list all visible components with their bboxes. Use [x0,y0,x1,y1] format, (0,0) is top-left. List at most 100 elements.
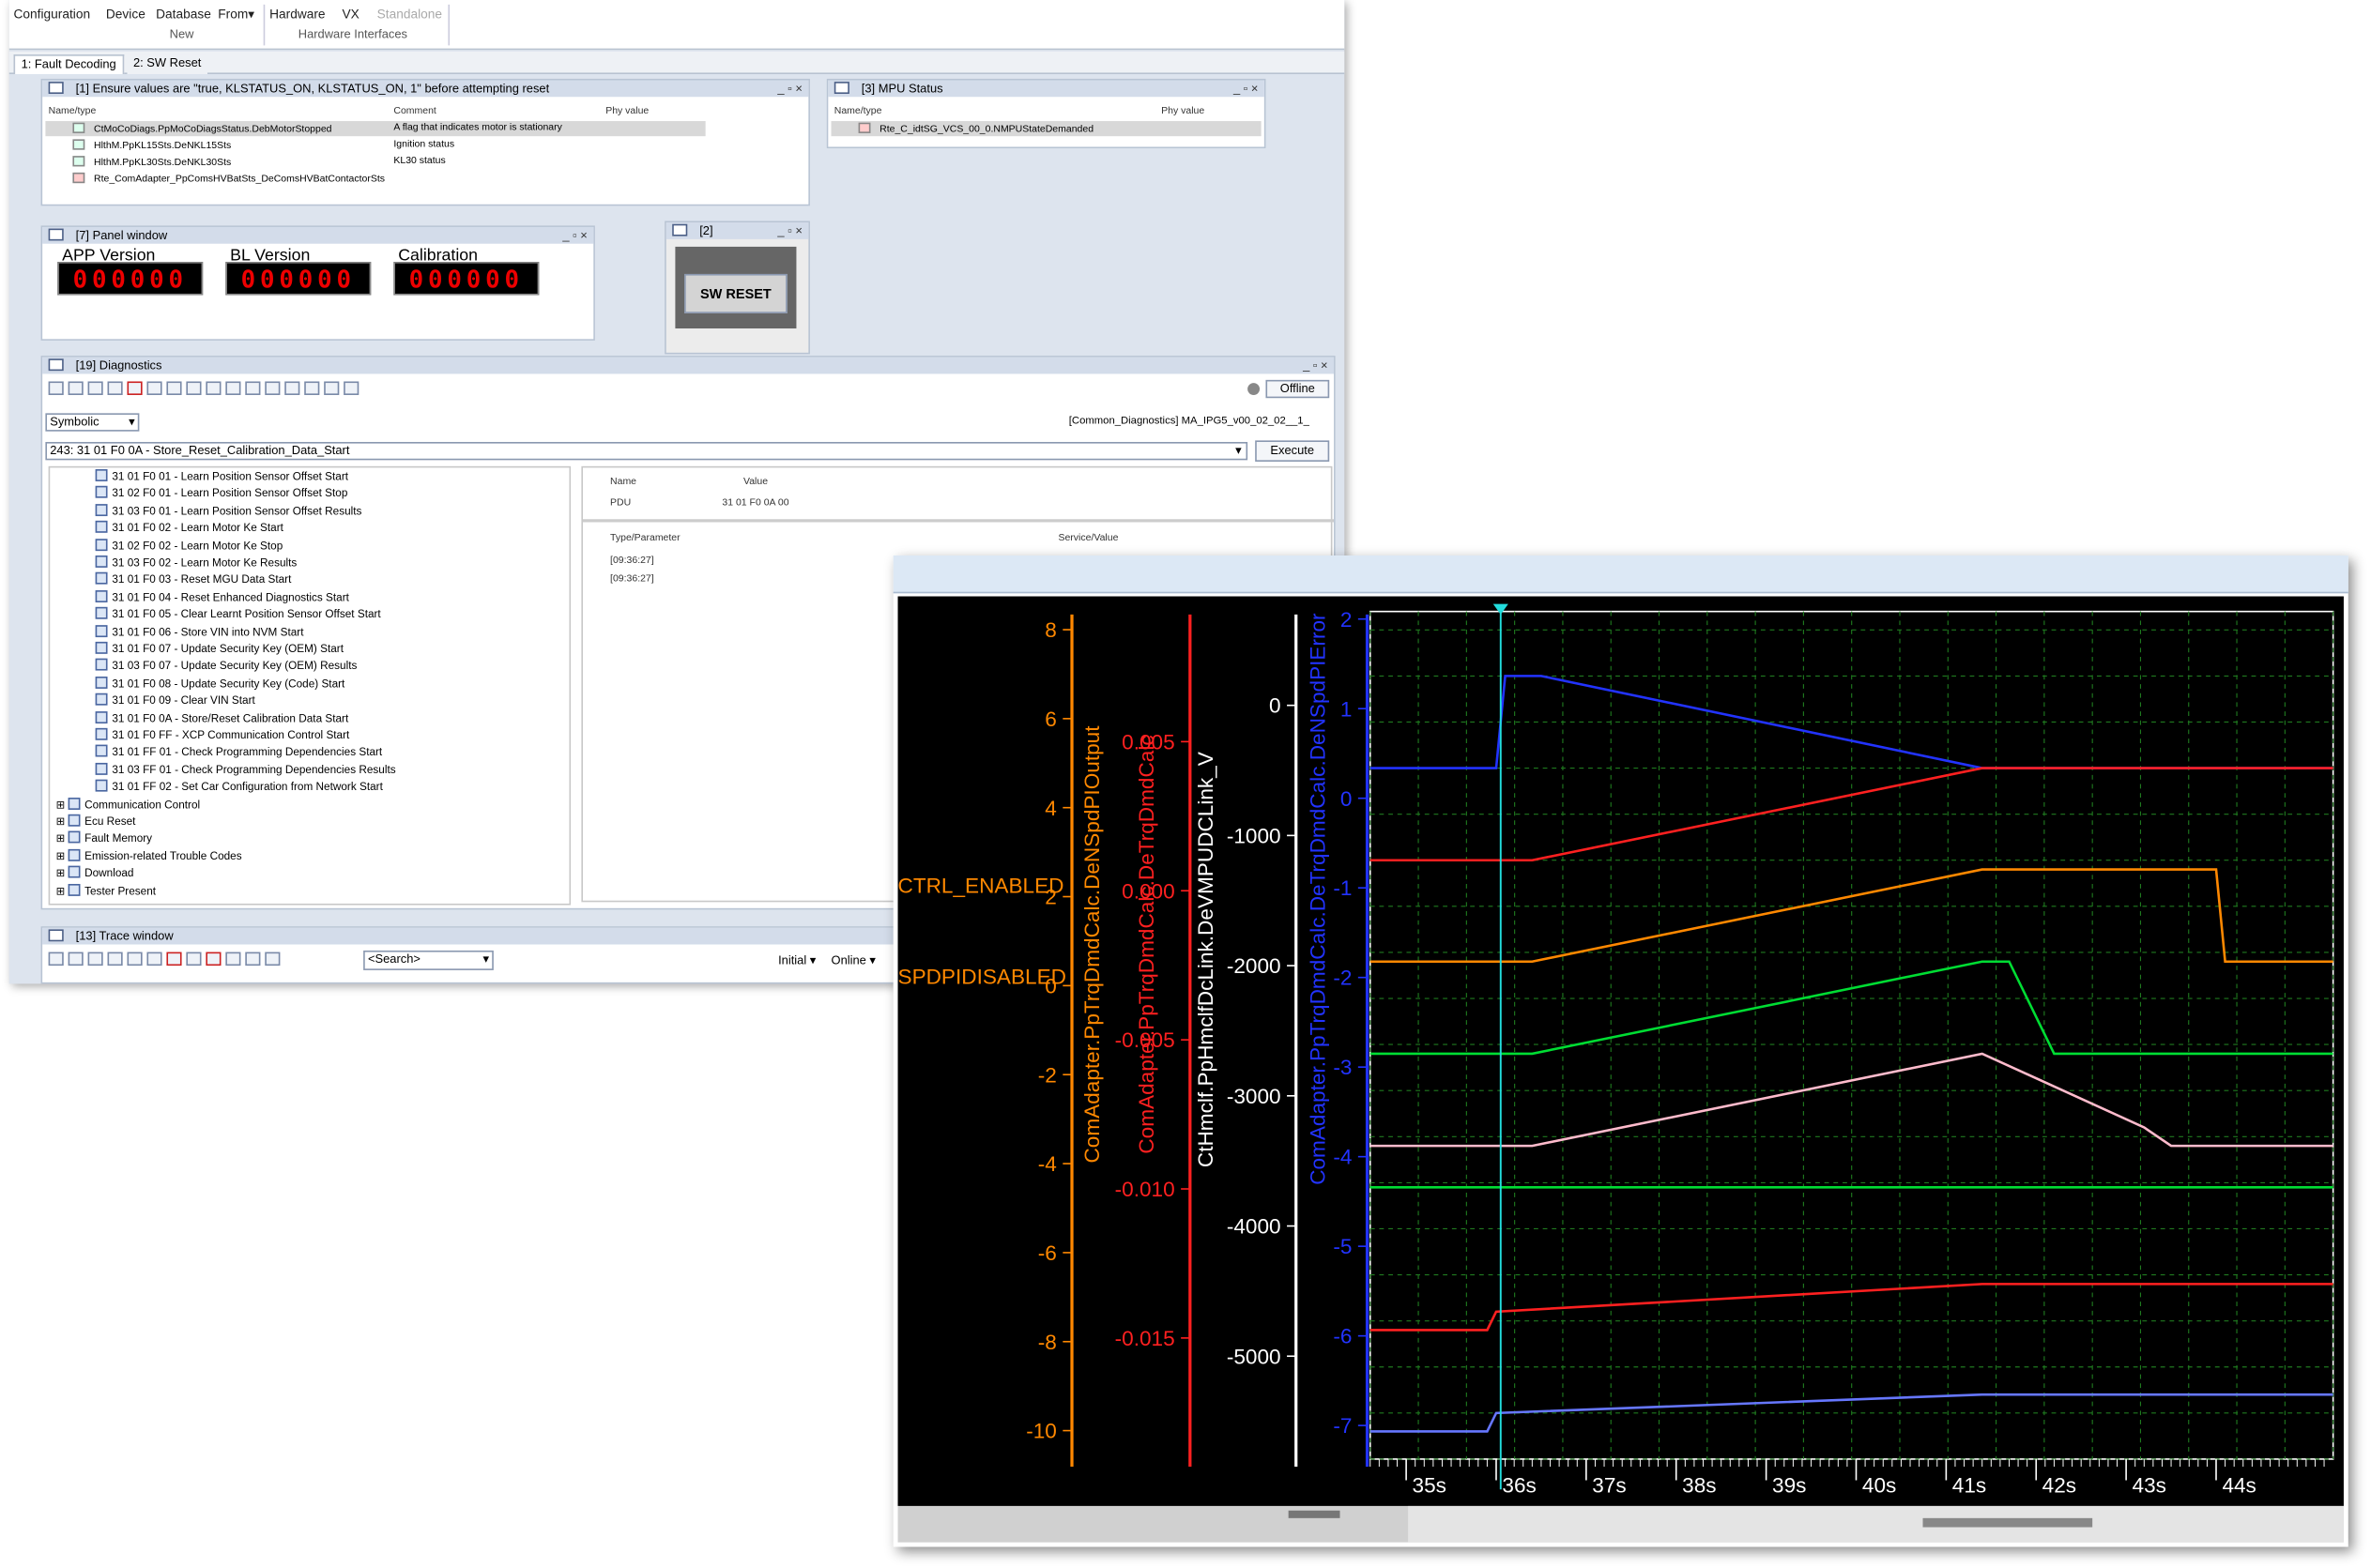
tab-fault-decoding[interactable]: 1: Fault Decoding [13,54,124,75]
database-path: [Common_Diagnostics] MA_IPG5_v00_02_02__… [1068,416,1309,427]
toolbar-icon[interactable] [265,381,281,395]
execute-button[interactable]: Execute [1255,440,1330,462]
scroll-thumb[interactable] [1922,1517,2093,1528]
tree-item-service[interactable]: 31 02 F0 02 - Learn Motor Ke Stop [95,538,283,552]
panel-window: [7] Panel window _ ▫ × APP Version BL Ver… [40,225,595,341]
toolbar-icon[interactable] [107,381,123,395]
mode-select[interactable]: Symbolic ▾ [45,413,140,432]
tree-item-service[interactable]: 31 01 F0 04 - Reset Enhanced Diagnostics… [95,589,349,603]
tree-item-service[interactable]: 31 02 F0 01 - Learn Position Sensor Offs… [95,486,347,500]
window-controls[interactable]: _ ▫ × [562,227,587,244]
tree-item-service[interactable]: 31 01 FF 02 - Set Car Configuration from… [95,779,383,794]
ribbon-configuration[interactable]: Configuration [14,6,91,21]
window-controls[interactable]: _ ▫ × [777,80,802,97]
tree-item-group[interactable]: ⊞ Emission-related Trouble Codes [55,848,242,863]
chevron-down-icon: ▾ [129,414,135,429]
tree-item-service[interactable]: 31 01 F0 FF - XCP Communication Control … [95,727,350,741]
window-title: [1] Ensure values are "true, KLSTATUS_ON… [75,82,550,96]
tree-item-group[interactable]: ⊞ Communication Control [56,797,200,811]
tree-item-service[interactable]: 31 01 F0 09 - Clear VIN Start [95,693,255,708]
window-title: [2] [699,223,713,238]
tree-item-service[interactable]: 31 01 F0 0A - Store/Reset Calibration Da… [95,710,349,724]
online-dropdown[interactable]: Online ▾ [832,953,876,967]
ribbon-database[interactable]: Database [156,6,211,21]
service-icon [95,745,108,758]
tree-item-group[interactable]: ⊞ Ecu Reset [56,814,135,828]
trace-search-input[interactable]: <Search> ▾ [363,950,494,970]
toolbar-icon[interactable] [225,381,241,395]
toolbar-icon[interactable] [48,951,64,967]
signal-row[interactable]: HlthM.PpKL15Sts.DeNKL15Sts [72,139,231,151]
delete-icon[interactable] [127,381,143,395]
toolbar-icon[interactable] [225,951,241,967]
tree-item-service[interactable]: 31 01 F0 08 - Update Security Key (Code)… [95,676,344,690]
tree-item-service[interactable]: 31 01 F0 07 - Update Security Key (OEM) … [95,641,344,655]
toolbar-icon[interactable] [146,381,162,395]
toolbar-icon[interactable] [48,381,64,395]
axis-tick-label: -5000 [1227,1345,1281,1368]
tree-item-service[interactable]: 31 01 F0 06 - Store VIN into NVM Start [95,624,303,638]
time-scrollbar[interactable] [897,1505,2344,1543]
toolbar-icon[interactable] [87,951,103,967]
toolbar-icon[interactable] [186,951,202,967]
signal-chart[interactable]: 35s 36s 37s 38s 39s 40s 41s 42s 43s 44s 8 6 4 2 0 -2 -4 -… [898,597,2344,1506]
tree-item-service[interactable]: 31 01 F0 05 - Clear Learnt Position Sens… [95,607,381,621]
window-controls[interactable]: _ ▫ × [1233,80,1258,97]
tree-item-service[interactable]: 31 01 F0 01 - Learn Position Sensor Offs… [95,469,348,483]
ribbon-hardware[interactable]: Hardware [269,6,325,21]
folder-icon [68,831,81,845]
tree-item-group[interactable]: ⊞ Fault Memory [56,831,152,845]
tree-item-group[interactable]: ⊞ Download [56,865,133,879]
toolbar-icon[interactable] [127,951,143,967]
sw-reset-button[interactable]: SW RESET [684,273,788,313]
axis-tick-label: 4 [1045,797,1057,820]
toolbar-icon[interactable] [87,381,103,395]
window-controls[interactable]: _ ▫ × [1303,358,1327,374]
graphics-title-bar [893,555,2348,594]
toolbar-icon[interactable] [107,951,123,967]
offline-button[interactable]: Offline [1265,379,1330,399]
toolbar-icon[interactable] [324,381,340,395]
tree-item-group[interactable]: ⊞ Tester Present [56,883,156,897]
toolbar-icon[interactable] [245,951,261,967]
chevron-down-icon: ▾ [1235,443,1242,458]
tree-item-service[interactable]: 31 01 F0 02 - Learn Motor Ke Start [95,521,283,535]
signal-row[interactable]: CtMoCoDiags.PpMoCoDiagsStatus.DebMotorSt… [72,122,332,135]
service-icon [95,710,108,723]
tree-item-service[interactable]: 31 03 F0 01 - Learn Position Sensor Offs… [95,503,361,517]
window-controls[interactable]: _ ▫ × [777,222,802,239]
binoculars-icon[interactable] [186,381,202,395]
ribbon-from[interactable]: From▾ [218,6,254,23]
log-entry: [09:36:27] [610,555,654,567]
toolbar-icon[interactable] [166,381,182,395]
binoculars-icon[interactable] [146,951,162,967]
tree-item-service[interactable]: 31 01 F0 03 - Reset MGU Data Start [95,572,291,586]
toolbar-icon[interactable] [304,381,320,395]
ribbon-vx[interactable]: VX [343,6,359,21]
tree-item-service[interactable]: 31 03 FF 01 - Check Programming Dependen… [95,762,396,776]
toolbar-icon[interactable] [284,381,300,395]
signal-row[interactable]: Rte_ComAdapter_PpComsHVBatSts_DeComsHVBa… [72,172,385,185]
toolbar-icon[interactable] [245,381,261,395]
expand-icon: ⊞ [55,851,66,863]
toolbar-icon[interactable] [265,951,281,967]
toolbar-icon[interactable] [68,381,84,395]
initial-dropdown[interactable]: Initial ▾ [778,953,816,967]
folder-icon[interactable] [344,381,359,395]
tree-item-service[interactable]: 31 01 FF 01 - Check Programming Dependen… [95,745,382,759]
tree-item-service[interactable]: 31 03 F0 07 - Update Security Key (OEM) … [95,659,358,673]
toolbar-icon[interactable] [206,381,222,395]
tab-sw-reset[interactable]: 2: SW Reset [127,54,207,75]
axis-tick-label: -2 [1333,967,1352,990]
scroll-handle[interactable] [1288,1510,1340,1518]
stop-icon[interactable] [206,951,222,967]
cursor-marker-icon [1492,603,1508,615]
signal-row[interactable]: Rte_C_idtSG_VCS_00_0.NMPUStateDemanded [858,122,1094,135]
service-select[interactable]: 243: 31 01 F0 0A - Store_Reset_Calibrati… [45,441,1248,461]
tree-item-service[interactable]: 31 03 F0 02 - Learn Motor Ke Results [95,555,297,569]
ribbon-device[interactable]: Device [106,6,145,21]
delete-icon[interactable] [166,951,182,967]
ribbon-group-new: New [169,27,194,41]
signal-row[interactable]: HlthM.PpKL30Sts.DeNKL30Sts [72,156,231,168]
toolbar-icon[interactable] [68,951,84,967]
